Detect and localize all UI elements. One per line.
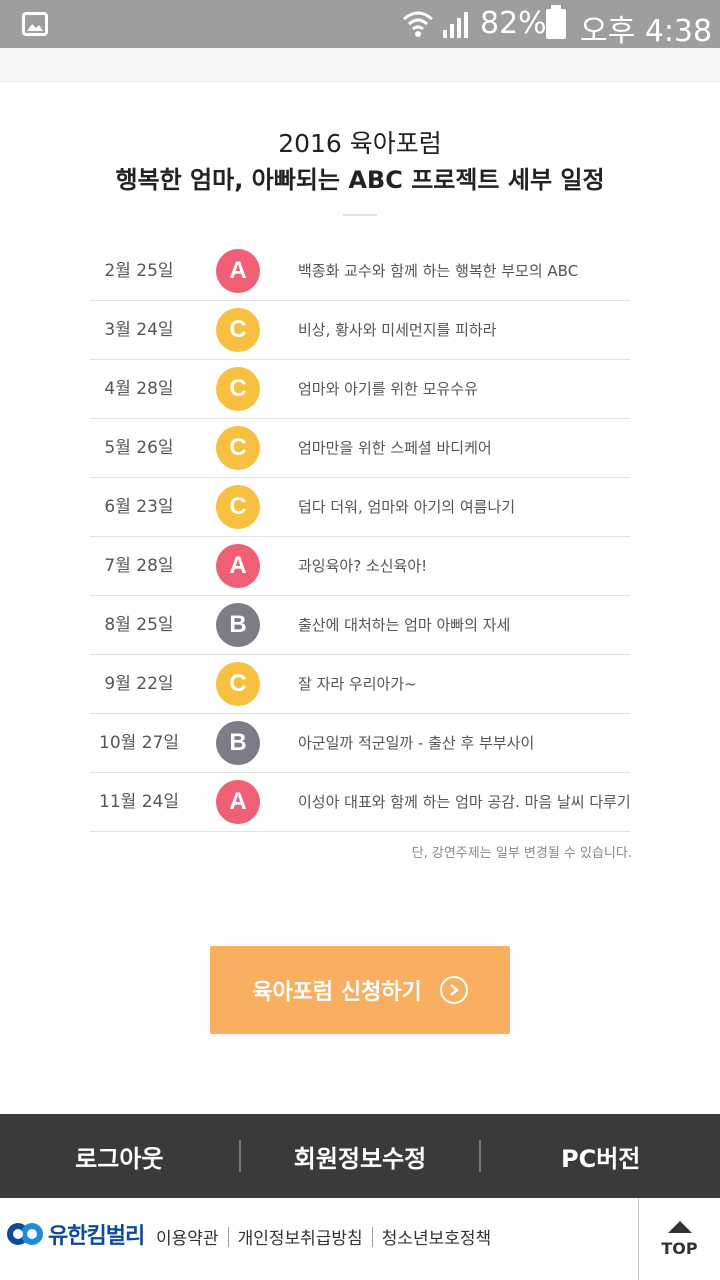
arrow-up-icon [667,1220,692,1233]
footer-nav: 로그아웃 회원정보수정 PC버전 [0,1114,720,1198]
policy-links: 이용약관 개인정보취급방침 청소년보호정책 [156,1224,491,1249]
schedule-list: 2월 25일 A 백종화 교수와 함께 하는 행복한 부모의 ABC 3월 24… [90,242,631,832]
schedule-row: 7월 28일 A 과잉육아? 소신육아! [90,537,630,596]
title-subtitle: 행복한 엄마, 아빠되는 ABC 프로젝트 세부 일정 [115,166,605,194]
schedule-topic: 엄마와 아기를 위한 모유수유 [298,380,478,398]
page-title: 2016 육아포럼 행복한 엄마, 아빠되는 ABC 프로젝트 세부 일정 [0,126,720,198]
category-badge: B [216,721,260,765]
schedule-topic: 아군일까 적군일까 - 출산 후 부부사이 [298,734,535,752]
terms-link[interactable]: 이용약관 [156,1224,219,1249]
apply-forum-button[interactable]: 육아포럼 신청하기 [210,946,510,1034]
schedule-topic: 이성아 대표와 함께 하는 엄마 공감. 마음 날씨 다루기 [298,793,631,811]
clock: 오후 4:38 [580,14,713,49]
schedule-topic: 과잉육아? 소신육아! [298,557,428,575]
schedule-row: 2월 25일 A 백종화 교수와 함께 하는 행복한 부모의 ABC [90,242,630,301]
schedule-topic: 백종화 교수와 함께 하는 행복한 부모의 ABC [298,262,579,280]
schedule-date: 7월 28일 [104,556,174,576]
youth-protection-link[interactable]: 청소년보호정책 [382,1224,491,1249]
brand-name: 유한킴벌리 [48,1224,145,1249]
schedule-row: 6월 23일 C 덥다 더워, 엄마와 아기의 여름나기 [90,478,630,537]
category-badge: C [216,662,260,706]
brand-logo: 유한킴벌리 [6,1218,145,1250]
schedule-row: 5월 26일 C 엄마만을 위한 스페셜 바디케어 [90,419,630,478]
schedule-row: 8월 25일 B 출산에 대처하는 엄마 아빠의 자세 [90,596,630,655]
chevron-right-circle-icon [439,976,468,1004]
top-band [0,48,720,82]
schedule-row: 4월 28일 C 엄마와 아기를 위한 모유수유 [90,360,630,419]
schedule-date: 5월 26일 [104,438,174,458]
edit-profile-link[interactable]: 회원정보수정 [241,1139,480,1174]
schedule-note: 단, 강연주제는 일부 변경될 수 있습니다. [411,846,632,861]
schedule-topic: 출산에 대처하는 엄마 아빠의 자세 [298,616,511,634]
schedule-date: 3월 24일 [104,320,174,340]
category-badge: C [216,426,260,470]
pc-version-link[interactable]: PC버전 [481,1139,720,1174]
schedule-date: 4월 28일 [104,379,174,399]
link-divider [227,1226,229,1247]
category-badge: C [216,308,260,352]
category-badge: A [216,780,260,824]
signal-icon [443,12,468,38]
wifi-icon [403,11,433,37]
scroll-top-button[interactable]: TOP [638,1198,720,1280]
schedule-date: 11월 24일 [99,792,179,812]
logout-link[interactable]: 로그아웃 [0,1139,239,1174]
schedule-row: 9월 22일 C 잘 자라 우리아가~ [90,655,630,714]
schedule-date: 8월 25일 [104,615,174,635]
schedule-topic: 잘 자라 우리아가~ [298,675,417,693]
status-bar: 82% 오후 4:38 [0,0,720,49]
schedule-row: 11월 24일 A 이성아 대표와 함께 하는 엄마 공감. 마음 날씨 다루기 [90,773,631,832]
schedule-topic: 엄마만을 위한 스페셜 바디케어 [298,439,492,457]
category-badge: A [216,249,260,293]
schedule-row: 3월 24일 C 비상, 황사와 미세먼지를 피하라 [90,301,630,360]
link-divider [371,1226,373,1247]
schedule-topic: 덥다 더워, 엄마와 아기의 여름나기 [298,498,516,516]
schedule-row: 10월 27일 B 아군일까 적군일까 - 출산 후 부부사이 [90,714,630,773]
battery-percent: 82% [480,6,547,41]
schedule-date: 10월 27일 [99,733,179,753]
category-badge: A [216,544,260,588]
title-divider [343,214,377,216]
schedule-date: 9월 22일 [104,674,174,694]
category-badge: C [216,485,260,529]
category-badge: C [216,367,260,411]
category-badge: B [216,603,260,647]
schedule-date: 6월 23일 [104,497,174,517]
schedule-topic: 비상, 황사와 미세먼지를 피하라 [298,321,497,339]
bottom-bar: 유한킴벌리 이용약관 개인정보취급방침 청소년보호정책 TOP [0,1198,720,1280]
battery-icon [546,5,566,39]
apply-forum-label: 육아포럼 신청하기 [252,980,422,1005]
privacy-policy-link[interactable]: 개인정보취급방침 [238,1224,363,1249]
title-year: 2016 육아포럼 [278,129,442,158]
top-label: TOP [661,1238,698,1258]
gallery-notification-icon [22,12,48,36]
schedule-date: 2월 25일 [104,261,174,281]
brand-mark-icon [7,1223,43,1245]
